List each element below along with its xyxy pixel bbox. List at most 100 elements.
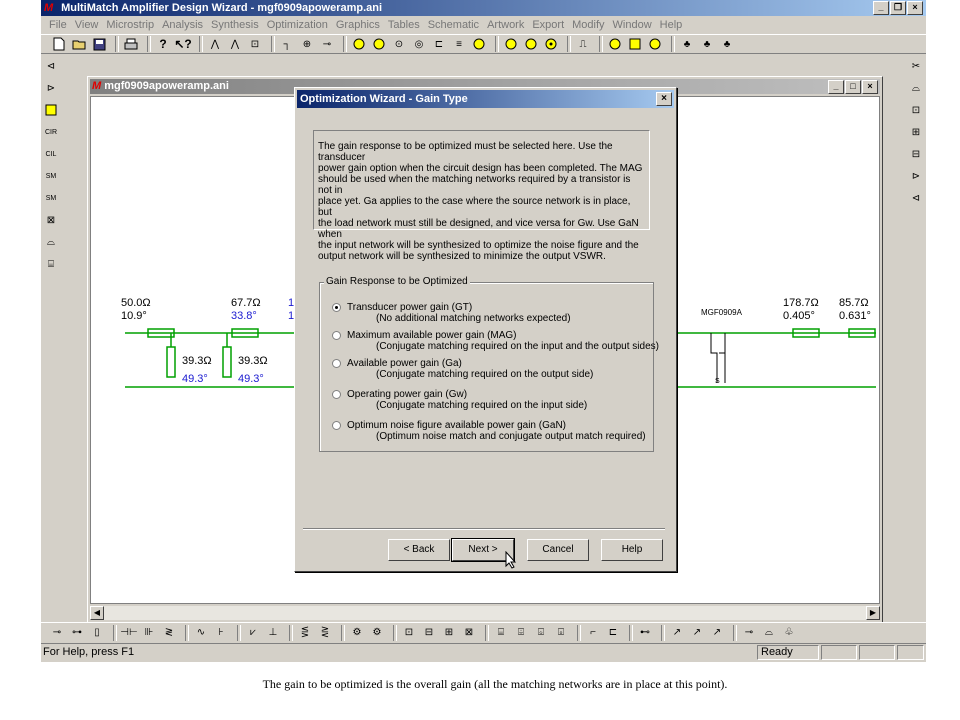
comp-18-icon[interactable]: ⊠ [461,625,477,641]
comp-31-icon[interactable]: ♧ [781,625,797,641]
grid-tool-icon[interactable]: ⊡ [247,36,263,52]
scroll-right-icon[interactable]: ▶ [866,606,880,620]
comp-24-icon[interactable]: ⊏ [605,625,621,641]
menu-optimization[interactable]: Optimization [263,19,332,31]
comp-26-icon[interactable]: ↗ [669,625,685,641]
menu-file[interactable]: File [45,19,71,31]
menu-analysis[interactable]: Analysis [158,19,207,31]
sml-icon[interactable]: SM [43,190,59,206]
comp-11-icon[interactable]: ⋚ [297,625,313,641]
comp-17-icon[interactable]: ⊞ [441,625,457,641]
save-icon[interactable] [91,36,107,52]
f-circle-icon[interactable] [371,36,387,52]
sm-icon[interactable]: SM [43,168,59,184]
mdi-maximize-button[interactable]: □ [845,80,861,94]
dot-circle-icon[interactable] [543,36,559,52]
draw-tool-2-icon[interactable]: ⋀ [227,36,243,52]
menu-help[interactable]: Help [656,19,687,31]
comp-12-icon[interactable]: ⋛ [317,625,333,641]
comp-7-icon[interactable]: ∿ [193,625,209,641]
radio-ga[interactable] [332,359,341,368]
in-port-icon[interactable]: ⊲ [908,190,924,206]
menu-synthesis[interactable]: Synthesis [207,19,263,31]
horizontal-scrollbar[interactable]: ◀ ▶ [90,606,880,620]
circle-tool-icon[interactable] [351,36,367,52]
menu-tables[interactable]: Tables [384,19,424,31]
port-left-icon[interactable]: ⊲ [43,58,59,74]
comp-20-icon[interactable]: ⌹ [513,625,529,641]
component-1-icon[interactable]: ♣ [679,36,695,52]
menu-artwork[interactable]: Artwork [483,19,528,31]
comp-15-icon[interactable]: ⊡ [401,625,417,641]
context-help-icon[interactable]: ↖? [174,36,191,52]
minimize-button[interactable]: _ [873,1,889,15]
dialog-close-button[interactable]: × [656,92,672,106]
scissors-icon[interactable]: ✂ [908,58,924,74]
g-tool-icon[interactable] [471,36,487,52]
help-button[interactable]: Help [601,539,663,561]
open-folder-icon[interactable] [71,36,87,52]
comp-5-icon[interactable]: ⊪ [141,625,157,641]
comp-3-icon[interactable]: ▯ [89,625,105,641]
comp-13-icon[interactable]: ⚙ [349,625,365,641]
line-tool-icon[interactable]: ┐ [279,36,295,52]
box-tool-icon[interactable]: ⊏ [431,36,447,52]
square-dot-icon[interactable]: ⊡ [908,102,924,118]
comp-8-icon[interactable]: ⊦ [213,625,229,641]
circle-outline-2-icon[interactable] [647,36,663,52]
minus-box-icon[interactable]: ⊟ [908,146,924,162]
comp-9-icon[interactable]: ⩗ [245,625,261,641]
square-outline-icon[interactable] [627,36,643,52]
comp-23-icon[interactable]: ⌐ [585,625,601,641]
radio-mag[interactable] [332,331,341,340]
print-icon[interactable] [123,36,139,52]
comp-29-icon[interactable]: ⊸ [741,625,757,641]
cir-icon[interactable]: CIR [43,124,59,140]
plus-box-icon[interactable]: ⊞ [908,124,924,140]
menu-window[interactable]: Window [609,19,656,31]
node-tool-icon[interactable]: ⊸ [319,36,335,52]
comp-10-icon[interactable]: ⊥ [265,625,281,641]
radio-gw[interactable] [332,390,341,399]
menu-view[interactable]: View [71,19,103,31]
arrow-circle-icon[interactable] [523,36,539,52]
comp-4-icon[interactable]: ⊣⊢ [120,625,137,641]
cil-icon[interactable]: CIL [43,146,59,162]
comp-6-icon[interactable]: ≷ [161,625,177,641]
scroll-left-icon[interactable]: ◀ [90,606,104,620]
comp-22-icon[interactable]: ⌻ [553,625,569,641]
radio-gt[interactable] [332,303,341,312]
y-circle-icon[interactable] [503,36,519,52]
close-button[interactable]: × [907,1,923,15]
out-port-icon[interactable]: ⊳ [908,168,924,184]
new-file-icon[interactable] [51,36,67,52]
target-icon[interactable]: ◎ [411,36,427,52]
shape-2-icon[interactable]: ⌸ [43,256,59,272]
radio-gan[interactable] [332,421,341,430]
circle-outline-icon[interactable] [607,36,623,52]
yellow-box-icon[interactable] [43,102,59,118]
equal-tool-icon[interactable]: ≡ [451,36,467,52]
restore-button[interactable]: ❐ [890,1,906,15]
comp-19-icon[interactable]: ⌸ [493,625,509,641]
menu-schematic[interactable]: Schematic [424,19,483,31]
comp-2-icon[interactable]: ⊶ [69,625,85,641]
cancel-button[interactable]: Cancel [527,539,589,561]
cross-tool-icon[interactable]: ⊕ [299,36,315,52]
comp-1-icon[interactable]: ⊸ [49,625,65,641]
shape-icon[interactable]: ⌓ [43,234,59,250]
comp-14-icon[interactable]: ⚙ [369,625,385,641]
menu-modify[interactable]: Modify [568,19,608,31]
comp-30-icon[interactable]: ⌓ [761,625,777,641]
mdi-minimize-button[interactable]: _ [828,80,844,94]
menu-microstrip[interactable]: Microstrip [102,19,158,31]
comp-16-icon[interactable]: ⊟ [421,625,437,641]
box-k-icon[interactable]: ⊠ [43,212,59,228]
dot-square-icon[interactable]: ⊙ [391,36,407,52]
component-3-icon[interactable]: ♣ [719,36,735,52]
comp-25-icon[interactable]: ⊷ [637,625,653,641]
component-2-icon[interactable]: ♣ [699,36,715,52]
mdi-close-button[interactable]: × [862,80,878,94]
help-icon[interactable]: ? [155,36,171,52]
port-right-icon[interactable]: ⊳ [43,80,59,96]
